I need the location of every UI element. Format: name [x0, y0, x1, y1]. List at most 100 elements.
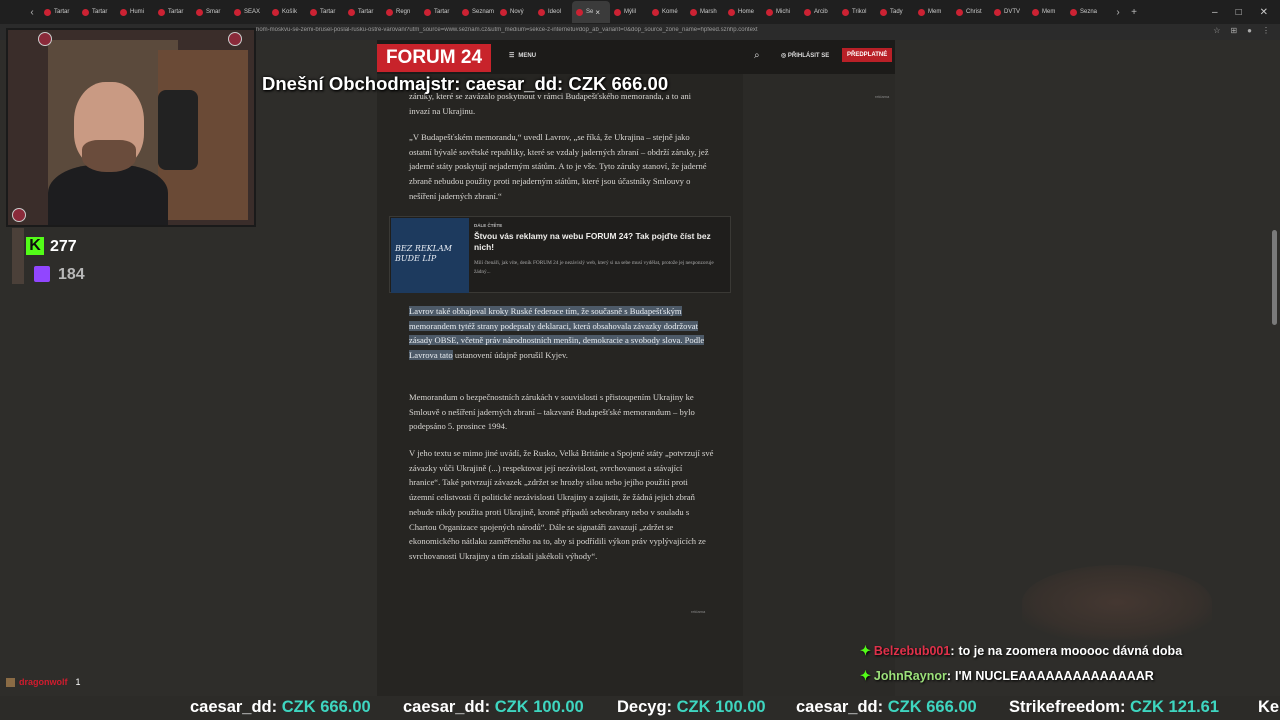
microphone [158, 90, 198, 170]
bookmark-icon[interactable]: ☆ [1213, 26, 1220, 35]
tab-label: Ideol [548, 9, 562, 15]
tab-favicon-icon [918, 8, 925, 16]
tab[interactable]: Tartar [420, 1, 458, 23]
ticker-item: caesar_dd: CZK 100.00 [403, 698, 584, 717]
frame-ornament-icon [228, 32, 242, 46]
tab-label: Home [738, 9, 755, 15]
stream-chat: ✦ Belzebub001: to je na zoomera mooooc d… [860, 638, 1280, 688]
tab-favicon-icon [994, 8, 1001, 16]
profile-icon[interactable]: ● [1247, 26, 1252, 35]
tab-favicon-icon [82, 8, 89, 16]
extensions-icon[interactable]: ⊞ [1230, 26, 1237, 35]
tab[interactable]: Komé [648, 1, 686, 23]
tab-favicon-icon [842, 8, 849, 16]
tab-favicon-icon [880, 8, 887, 16]
tab[interactable]: Nový [496, 1, 534, 23]
chat-message: ✦ JohnRaynor: I'M NUCLEAAAAAAAAAAAAAAR [860, 663, 1280, 688]
tab-favicon-icon [652, 8, 659, 16]
tab-label: Michi [776, 9, 791, 15]
tab[interactable]: Tartar [306, 1, 344, 23]
tab-label: Regn [396, 9, 411, 15]
chat-username: JohnRaynor [873, 668, 947, 683]
tab-favicon-icon [804, 8, 811, 16]
menu-dots-icon[interactable]: ⋮ [1262, 26, 1270, 35]
ticker-donor: Strikefreedom: [1009, 698, 1126, 716]
tab[interactable]: Christ [952, 1, 990, 23]
tab[interactable]: Regn [382, 1, 420, 23]
tab[interactable]: Marsh [686, 1, 724, 23]
chat-text: to je na zoomera mooooc dávná doba [958, 643, 1183, 658]
tab-label: DVTV [1004, 9, 1021, 15]
tab[interactable]: Mem [1028, 1, 1066, 23]
tab[interactable]: Tartar [40, 1, 78, 23]
tab-label: Tartar [320, 9, 336, 15]
tab[interactable]: Ideol [534, 1, 572, 23]
tab[interactable]: DVTV [990, 1, 1028, 23]
new-tab-icon[interactable]: + [1126, 7, 1142, 18]
read-more-title[interactable]: Štvou vás reklamy na webu FORUM 24? Tak … [474, 231, 722, 253]
tab-label: Tartar [92, 9, 108, 15]
article-paragraph: V jeho textu se mimo jiné uvádí, že Rusk… [409, 448, 714, 561]
viewer-counters: K 277 184 [12, 228, 132, 284]
back-icon[interactable]: ‹ [24, 7, 40, 18]
tab[interactable]: Smar [192, 1, 230, 23]
menu-button[interactable]: ☰ MENU [509, 52, 537, 60]
tab[interactable]: SEAX [230, 1, 268, 23]
ticker-item: caesar_dd: CZK 666.00 [190, 698, 371, 717]
tab-favicon-icon [1032, 8, 1039, 16]
tab-label: Marsh [700, 9, 717, 15]
tab[interactable]: Trikol [838, 1, 876, 23]
minimize-icon[interactable]: – [1212, 7, 1218, 18]
ticker-donor: caesar_dd: [190, 698, 278, 716]
tab-favicon-icon [158, 8, 165, 16]
streamer-body [48, 165, 168, 225]
subscribe-button[interactable]: PŘEDPLATNÉ [842, 48, 893, 62]
tab-favicon-icon [348, 8, 355, 16]
tab[interactable]: Tartar [154, 1, 192, 23]
tab[interactable]: Mýlil [610, 1, 648, 23]
ticker-donor: Ke [1258, 698, 1280, 716]
ticker-amount: CZK 666.00 [887, 698, 977, 716]
tab[interactable]: Tartar [344, 1, 382, 23]
webcam-feed [6, 28, 256, 227]
close-tab-icon[interactable]: × [595, 8, 600, 17]
menu-label: MENU [518, 52, 537, 59]
scrollbar-thumb[interactable] [1272, 230, 1277, 325]
kick-viewer-count: 277 [50, 238, 77, 255]
tab-favicon-icon [500, 8, 507, 16]
tab[interactable]: Humi [116, 1, 154, 23]
tab-label: Seznam [472, 9, 495, 15]
tab-label: Sezna [1080, 9, 1098, 15]
tab-scroll-right-icon[interactable]: › [1110, 7, 1126, 18]
tab-label: Mem [928, 9, 942, 15]
tab[interactable]: Košík [268, 1, 306, 23]
read-more-box[interactable]: BEZ REKLAM BUDE LÍP DÁLE ČTĚTE Štvou vás… [389, 216, 731, 293]
ticker-amount: CZK 100.00 [676, 698, 766, 716]
tab[interactable]: Home [724, 1, 762, 23]
tab-label: Tartar [358, 9, 374, 15]
tab[interactable]: Michi [762, 1, 800, 23]
maximize-icon[interactable]: □ [1236, 7, 1242, 18]
search-icon[interactable]: ⌕ [754, 50, 760, 61]
chat-text: I'M NUCLEAAAAAAAAAAAAAAR [955, 668, 1154, 683]
site-header: FORUM 24 ☰ MENU ⌕ ◎ PŘIHLÁSIT SE PŘEDPLAT… [377, 40, 895, 74]
tab-label: Mem [1042, 9, 1056, 15]
tab[interactable]: Tady [876, 1, 914, 23]
close-window-icon[interactable]: ✕ [1260, 7, 1268, 18]
tab-favicon-icon [44, 8, 51, 16]
tab[interactable]: Sezna [1066, 1, 1104, 23]
chat-separator: : [950, 643, 955, 658]
sub-alert-name: dragonwolf [19, 677, 68, 687]
tab[interactable]: Mem [914, 1, 952, 23]
url-text[interactable]: hom-moskvu-se-zemi-brusel-poslal-rusku-o… [256, 27, 856, 33]
tab-active[interactable]: Se × [572, 1, 610, 23]
tab[interactable]: Arcib [800, 1, 838, 23]
tab[interactable]: Seznam [458, 1, 496, 23]
twitch-icon [34, 266, 50, 282]
tab-label: Trikol [852, 9, 867, 15]
site-logo[interactable]: FORUM 24 [377, 44, 491, 72]
ticker-item: caesar_dd: CZK 666.00 [796, 698, 977, 717]
tab[interactable]: Tartar [78, 1, 116, 23]
tab-label: Tady [890, 9, 903, 15]
login-button[interactable]: ◎ PŘIHLÁSIT SE [781, 52, 829, 59]
